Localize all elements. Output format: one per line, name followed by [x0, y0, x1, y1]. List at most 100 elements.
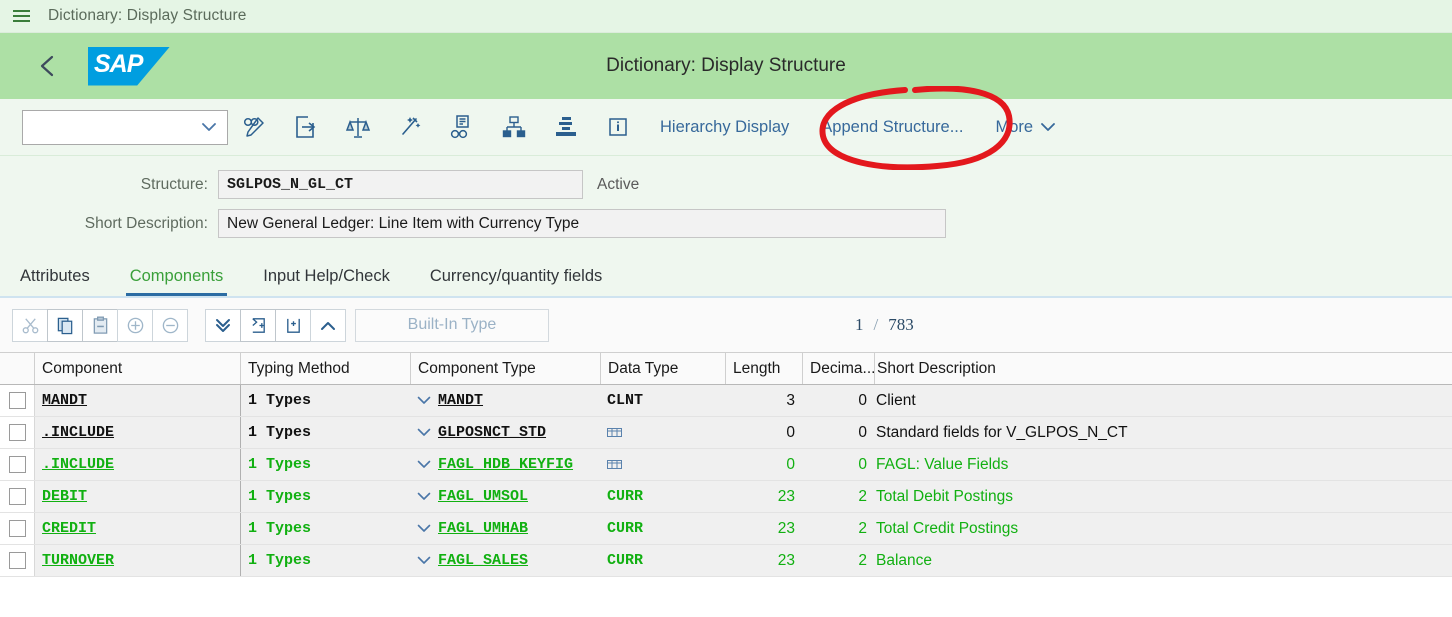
scroll-down-button[interactable] — [205, 308, 241, 342]
display-change-icon[interactable] — [228, 107, 280, 147]
cell-component[interactable]: .INCLUDE — [35, 449, 240, 480]
column-header-length[interactable]: Length — [725, 353, 802, 384]
component-type-link[interactable]: MANDT — [438, 392, 483, 409]
row-checkbox[interactable] — [8, 392, 26, 409]
compare-scales-icon[interactable] — [332, 107, 384, 147]
built-in-type-button[interactable]: Built-In Type — [355, 308, 549, 342]
cut-button[interactable] — [12, 308, 48, 342]
table-row[interactable]: CREDIT 1 Types FAGL_UMHAB CURR 23 2 Total Cred… — [0, 513, 1452, 545]
transport-export-icon[interactable] — [280, 107, 332, 147]
grid-toolbar: Built-In Type 1 / 783 — [0, 298, 1452, 352]
table-row[interactable]: .INCLUDE 1 Types GLPOSNCT_STD 0 0 Standard fi… — [0, 417, 1452, 449]
cell-component-type[interactable]: MANDT — [410, 385, 600, 416]
short-description-input[interactable]: New General Ledger: Line Item with Curre… — [218, 209, 946, 238]
component-link[interactable]: MANDT — [42, 392, 87, 409]
row-checkbox-cell[interactable] — [0, 513, 35, 544]
cell-data-type: CLNT — [600, 385, 725, 416]
chevron-down-icon[interactable] — [417, 520, 431, 538]
column-header-component[interactable]: Component — [35, 353, 240, 384]
info-icon[interactable] — [592, 107, 644, 147]
delete-row-button[interactable] — [152, 308, 188, 342]
chevron-down-icon[interactable] — [417, 392, 431, 410]
hierarchy-org-icon[interactable] — [488, 107, 540, 147]
chevron-down-icon[interactable] — [417, 552, 431, 570]
structure-row: Structure: SGLPOS_N_GL_CT Active — [0, 170, 1452, 199]
cell-component[interactable]: CREDIT — [35, 513, 240, 544]
more-button[interactable]: More — [979, 107, 1072, 147]
cell-component-type[interactable]: FAGL_UMHAB — [410, 513, 600, 544]
insert-row-button[interactable] — [117, 308, 153, 342]
typing-method-value: 1 Types — [248, 392, 312, 409]
component-link[interactable]: CREDIT — [42, 520, 96, 537]
row-checkbox[interactable] — [8, 552, 26, 569]
component-link[interactable]: DEBIT — [42, 488, 87, 505]
row-checkbox[interactable] — [8, 424, 26, 441]
column-header-typing-method[interactable]: Typing Method — [240, 353, 410, 384]
row-checkbox[interactable] — [8, 488, 26, 505]
row-checkbox-cell[interactable] — [0, 449, 35, 480]
cell-component-type[interactable]: FAGL_UMSOL — [410, 481, 600, 512]
database-indexes-icon[interactable] — [540, 107, 592, 147]
component-type-link[interactable]: GLPOSNCT_STD — [438, 424, 546, 441]
component-type-link[interactable]: FAGL_UMSOL — [438, 488, 528, 505]
typing-method-value: 1 Types — [248, 520, 312, 537]
component-type-link[interactable]: FAGL_HDB_KEYFIG — [438, 456, 573, 473]
cell-component-type[interactable]: FAGL_HDB_KEYFIG — [410, 449, 600, 480]
cell-decimals: 0 — [858, 455, 867, 473]
structure-label: Structure: — [140, 175, 208, 193]
select-all-cell[interactable] — [0, 353, 35, 384]
tab-components[interactable]: Components — [110, 256, 244, 296]
cell-component-type[interactable]: GLPOSNCT_STD — [410, 417, 600, 448]
copy-button[interactable] — [47, 308, 83, 342]
row-checkbox-cell[interactable] — [0, 417, 35, 448]
tab-attributes[interactable]: Attributes — [0, 256, 110, 296]
chevron-down-icon[interactable] — [417, 456, 431, 474]
hamburger-menu-icon[interactable] — [8, 3, 34, 29]
object-select-dropdown[interactable] — [22, 109, 228, 145]
cell-component[interactable]: DEBIT — [35, 481, 240, 512]
cell-data-type: CURR — [600, 545, 725, 576]
component-link[interactable]: .INCLUDE — [42, 456, 114, 473]
row-checkbox-cell[interactable] — [0, 385, 35, 416]
more-label: More — [995, 117, 1034, 136]
cell-component[interactable]: MANDT — [35, 385, 240, 416]
append-structure-button[interactable]: Append Structure... — [805, 107, 979, 147]
component-link[interactable]: .INCLUDE — [42, 424, 114, 441]
structure-input[interactable]: SGLPOS_N_GL_CT — [218, 170, 583, 199]
cell-component[interactable]: TURNOVER — [35, 545, 240, 576]
cell-component-type[interactable]: FAGL_SALES — [410, 545, 600, 576]
row-checkbox[interactable] — [8, 520, 26, 537]
table-row[interactable]: TURNOVER 1 Types FAGL_SALES CURR 23 2 Balance — [0, 545, 1452, 577]
column-header-component-type[interactable]: Component Type — [410, 353, 600, 384]
tab-currency-quantity-fields[interactable]: Currency/quantity fields — [410, 256, 622, 296]
typing-method-value: 1 Types — [248, 456, 312, 473]
scroll-up-button[interactable] — [310, 308, 346, 342]
chevron-down-icon[interactable] — [417, 488, 431, 506]
cell-data-type: CURR — [600, 513, 725, 544]
chevron-down-icon — [1041, 123, 1055, 131]
row-checkbox[interactable] — [8, 456, 26, 473]
cell-typing-method: 1 Types — [240, 513, 410, 544]
where-used-binoculars-icon[interactable] — [436, 107, 488, 147]
table-row[interactable]: .INCLUDE 1 Types FAGL_HDB_KEYFIG 0 0 FAGL: Va… — [0, 449, 1452, 481]
component-link[interactable]: TURNOVER — [42, 552, 114, 569]
back-chevron-icon[interactable] — [26, 44, 70, 88]
column-header-decimals[interactable]: Decima... — [802, 353, 874, 384]
table-row[interactable]: MANDT 1 Types MANDT CLNT 3 0 Client — [0, 385, 1452, 417]
column-header-short-description[interactable]: Short Description — [874, 353, 1452, 384]
cell-component[interactable]: .INCLUDE — [35, 417, 240, 448]
component-type-link[interactable]: FAGL_UMHAB — [438, 520, 528, 537]
magic-wand-icon[interactable] — [384, 107, 436, 147]
component-type-link[interactable]: FAGL_SALES — [438, 552, 528, 569]
append-row-button[interactable] — [240, 308, 276, 342]
chevron-down-icon[interactable] — [417, 424, 431, 442]
row-checkbox-cell[interactable] — [0, 481, 35, 512]
table-row[interactable]: DEBIT 1 Types FAGL_UMSOL CURR 23 2 Total Debit… — [0, 481, 1452, 513]
paste-button[interactable] — [82, 308, 118, 342]
hierarchy-display-button[interactable]: Hierarchy Display — [644, 107, 805, 147]
page-current[interactable]: 1 — [855, 315, 864, 335]
column-header-data-type[interactable]: Data Type — [600, 353, 725, 384]
insert-above-button[interactable] — [275, 308, 311, 342]
tab-input-help-check[interactable]: Input Help/Check — [243, 256, 410, 296]
row-checkbox-cell[interactable] — [0, 545, 35, 576]
